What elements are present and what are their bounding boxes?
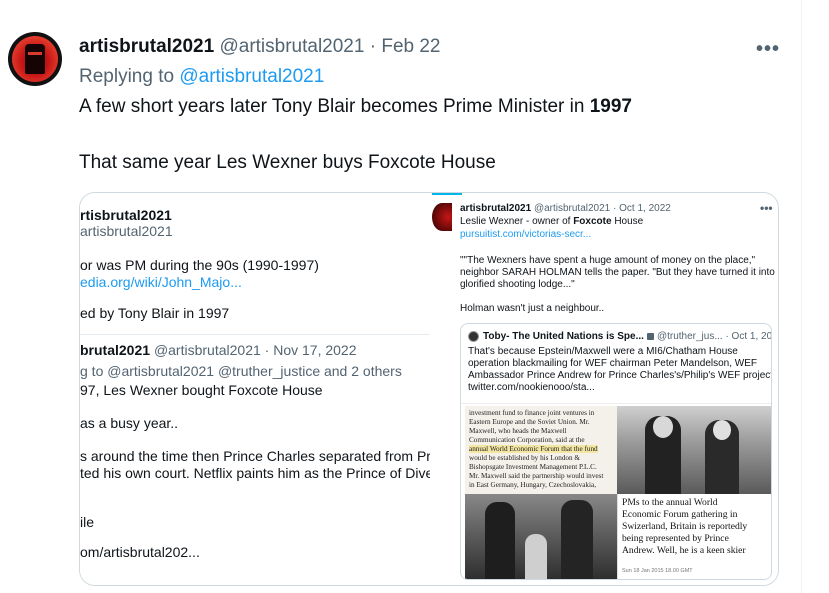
left-quoted-reply: g to @artisbrutal2021 @truther_justice a… [80, 363, 402, 379]
newspaper-clipping: investment fund to finance joint venture… [465, 406, 617, 494]
right-quote-1: ""The Wexners have spent a huge amount o… [460, 255, 756, 266]
quoted-text-3: Ambassador Prince Andrew for Prince Char… [468, 370, 772, 381]
quoted-header: Toby- The United Nations is Spe... @truth… [483, 331, 772, 342]
clip-line: in East Germany, Hungary, Czechoslovakia… [469, 481, 597, 489]
right-avatar [432, 203, 452, 231]
left-quoted-text-1: 97, Les Wexner bought Foxcote House [80, 382, 323, 398]
caption-line: PMs to the annual World [622, 497, 718, 508]
photo-family [465, 494, 617, 579]
tweet-text-1: A few short years later Tony Blair becom… [79, 96, 590, 117]
clip-line: Bishopsgate Investment Management P.L.C. [469, 463, 597, 471]
screenshot-right[interactable]: artisbrutal2021 @artisbrutal2021 · Oct 1… [430, 193, 779, 585]
tweet-text-line-1: A few short years later Tony Blair becom… [79, 96, 632, 118]
avatar[interactable] [8, 32, 62, 86]
tweet-date[interactable]: Feb 22 [381, 36, 440, 57]
right-more-icon: ••• [760, 201, 773, 215]
left-display-name: rtisbrutal2021 [80, 207, 172, 223]
left-handle: artisbrutal2021 [80, 223, 173, 239]
tweet-text-line-2: That same year Les Wexner buys Foxcote H… [79, 152, 496, 173]
left-quoted-text-5: ile [80, 514, 95, 530]
left-text-1: or was PM during the 90s (1990-1997) [80, 257, 319, 273]
media-attachment[interactable]: rtisbrutal2021 artisbrutal2021 or was PM… [79, 192, 779, 586]
tweet-header: artisbrutal2021 @artisbrutal2021 · Feb 2… [79, 36, 441, 58]
quoted-text-2: operation blackmailing for WEF chairman … [468, 358, 758, 369]
right-link: pursuitist.com/victorias-secr... [460, 229, 592, 240]
clip-line: Communication Corporation, said at the [469, 436, 585, 444]
separator-dot: · [369, 36, 377, 57]
right-quote-3: glorified shooting lodge..." [460, 279, 575, 290]
caption-line: Andrew. Well, he is a keen skier [622, 545, 746, 556]
user-handle[interactable]: @artisbrutal2021 [219, 36, 364, 57]
more-options-icon[interactable]: ••• [756, 38, 780, 61]
left-quoted-text-2: as a busy year.. [80, 415, 179, 431]
replying-mention-link[interactable]: @artisbrutal2021 [179, 66, 324, 87]
right-header: artisbrutal2021 @artisbrutal2021 · Oct 1… [460, 203, 671, 214]
right-quote-4: Holman wasn't just a neighbour.. [460, 303, 605, 314]
clip-line: investment fund to finance joint venture… [469, 409, 595, 417]
left-text-2: ed by Tony Blair in 1997 [80, 305, 230, 321]
clip-line-highlighted: annual World Economic Forum that the fun… [469, 445, 598, 453]
left-quoted-text-4: ted his own court. Netflix paints him as… [80, 465, 430, 481]
replying-to: Replying to @artisbrutal2021 [79, 66, 324, 88]
clip-line: Mr. Maxwell said the partnership would i… [469, 472, 604, 480]
clip-line: would be established by his London & [469, 454, 580, 462]
left-link-1: edia.org/wiki/John_Majo... [80, 274, 242, 290]
quoted-image-collage: investment fund to finance joint venture… [461, 403, 771, 579]
quoted-text-4: twitter.com/nookienooo/sta... [468, 382, 595, 393]
display-name[interactable]: artisbrutal2021 [79, 36, 214, 57]
article-caption: PMs to the annual World Economic Forum g… [617, 494, 771, 579]
caption-line: being represented by Prince [622, 533, 729, 544]
progress-highlight [432, 193, 462, 195]
quoted-text-1: That's because Epstein/Maxwell were a MI… [468, 346, 738, 357]
quoted-avatar [468, 331, 479, 342]
caption-line: Economic Forum gathering in [622, 509, 738, 520]
left-quoted-text-3: s around the time then Prince Charles se… [80, 448, 430, 464]
lock-icon [646, 332, 654, 340]
screenshot-left[interactable]: rtisbrutal2021 artisbrutal2021 or was PM… [80, 193, 430, 585]
left-divider [80, 334, 430, 335]
clip-line: Maxwell, who heads the Maxwell [469, 427, 567, 435]
replying-prefix: Replying to [79, 66, 180, 87]
clip-line: Eastern Europe and the Soviet Union. Mr. [469, 418, 590, 426]
right-quoted-tweet: Toby- The United Nations is Spe... @truth… [460, 323, 772, 580]
column-divider [801, 0, 802, 593]
caption-line: Swizerland, Britain is reportedly [622, 521, 748, 532]
left-quoted-link: om/artisbrutal202... [80, 544, 200, 560]
left-quoted-name: brutal2021 @artisbrutal2021 · Nov 17, 20… [80, 342, 357, 358]
tweet-text-year: 1997 [589, 96, 633, 117]
right-quote-2: neighbor SARAH HOLMAN tells the paper. "… [460, 267, 779, 278]
caption-timestamp: Sun 18 Jan 2015 18.00 GMT [622, 568, 693, 574]
right-line-1: Leslie Wexner - owner of Foxcote House [460, 216, 644, 227]
photo-two-men [617, 406, 771, 494]
